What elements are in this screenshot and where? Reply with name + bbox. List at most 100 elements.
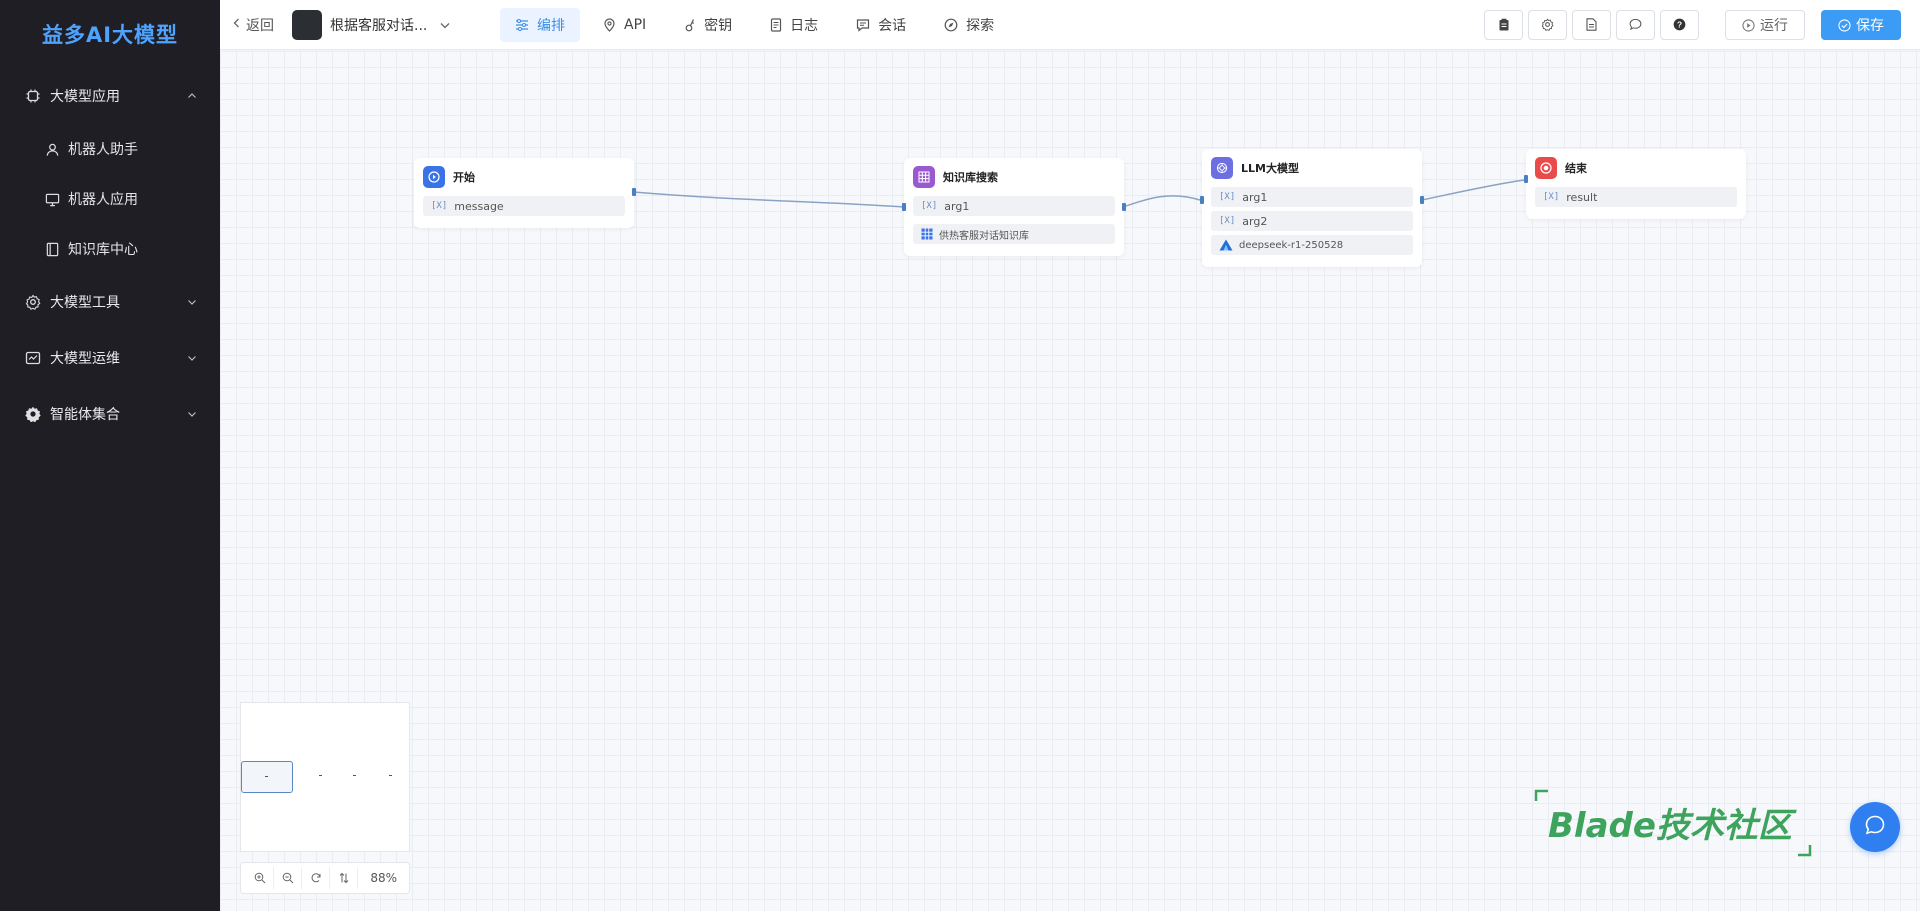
chevron-left-icon bbox=[232, 17, 242, 33]
stop-icon bbox=[1535, 157, 1557, 179]
menu-group-model-apps[interactable]: 大模型应用 bbox=[0, 68, 220, 124]
input-port[interactable] bbox=[1524, 175, 1528, 183]
field-label: arg1 bbox=[944, 199, 970, 213]
run-label: 运行 bbox=[1760, 18, 1788, 34]
tab-logs[interactable]: 日志 bbox=[755, 8, 833, 42]
minimap-node bbox=[319, 775, 322, 776]
minimap-node bbox=[389, 775, 392, 776]
grid-icon bbox=[921, 228, 933, 240]
tab-orchestrate[interactable]: 编排 bbox=[500, 8, 580, 42]
input-port[interactable] bbox=[1200, 196, 1204, 204]
minimap[interactable] bbox=[240, 702, 410, 852]
settings-icon bbox=[24, 293, 42, 311]
minimap-node bbox=[265, 776, 268, 777]
node-knowledge-search[interactable]: 知识库搜索 [X] arg1 供热客服对话知识库 bbox=[902, 158, 1126, 256]
database-icon bbox=[913, 166, 935, 188]
chevron-down-icon bbox=[186, 408, 198, 420]
tab-label: 探索 bbox=[966, 18, 995, 34]
chevron-down-icon[interactable] bbox=[439, 19, 451, 31]
sidebar-item-robot-apps[interactable]: 机器人应用 bbox=[0, 174, 220, 224]
fit-view-button[interactable] bbox=[302, 867, 330, 889]
node-title: 结束 bbox=[1565, 162, 1587, 175]
zoom-controls: 88% bbox=[240, 862, 410, 894]
tab-keys[interactable]: 密钥 bbox=[669, 8, 747, 42]
minimap-node bbox=[353, 775, 356, 776]
node-field: [X] arg1 bbox=[913, 196, 1115, 216]
node-end[interactable]: 结束 [X] result bbox=[1524, 149, 1746, 219]
app-thumbnail bbox=[292, 9, 322, 40]
output-port[interactable] bbox=[632, 188, 636, 196]
help-icon: ? bbox=[1673, 16, 1686, 35]
zoom-in-button[interactable] bbox=[246, 867, 274, 889]
workflow-canvas[interactable]: 开始 [X] message 知识库搜索 [X] arg1 供热客服对话知识库 bbox=[220, 51, 1920, 911]
node-llm[interactable]: LLM大模型 [X] arg1 [X] arg2 deepseek-r1-250… bbox=[1200, 149, 1424, 267]
settings-icon bbox=[1541, 16, 1554, 35]
node-title: 开始 bbox=[453, 171, 475, 184]
field-label: arg1 bbox=[1242, 190, 1268, 204]
watermark-logo: Blade技术社区 bbox=[1534, 789, 1812, 857]
check-circle-icon bbox=[1838, 18, 1851, 32]
field-label: message bbox=[454, 199, 504, 213]
sidebar-item-knowledge-center[interactable]: 知识库中心 bbox=[0, 224, 220, 274]
chat-bubble-icon bbox=[1863, 813, 1887, 841]
menu-group-model-ops[interactable]: 大模型运维 bbox=[0, 330, 220, 386]
edge-start-kb bbox=[632, 191, 905, 208]
chat-assistant-button[interactable] bbox=[1850, 802, 1900, 852]
tab-bar: 编排 API 密钥 日志 会话 探索 bbox=[500, 8, 1017, 42]
tab-sessions[interactable]: 会话 bbox=[841, 8, 921, 42]
node-start[interactable]: 开始 [X] message bbox=[414, 158, 636, 228]
tab-label: API bbox=[624, 17, 647, 33]
chevron-down-icon bbox=[186, 296, 198, 308]
document-button[interactable] bbox=[1572, 10, 1611, 40]
node-title: 知识库搜索 bbox=[943, 171, 998, 184]
message-icon bbox=[1629, 16, 1642, 35]
sidebar-item-label: 机器人应用 bbox=[68, 192, 138, 208]
message-button[interactable] bbox=[1616, 10, 1655, 40]
output-port[interactable] bbox=[1420, 196, 1424, 204]
variable-icon: [X] bbox=[921, 201, 938, 211]
output-port[interactable] bbox=[1122, 203, 1126, 211]
chat-icon bbox=[856, 18, 870, 32]
sliders-icon bbox=[515, 18, 529, 32]
back-button[interactable]: 返回 bbox=[232, 15, 274, 35]
openai-icon bbox=[1211, 157, 1233, 179]
ops-icon bbox=[24, 349, 42, 367]
play-circle-icon bbox=[1742, 18, 1755, 32]
model-logo-icon bbox=[1219, 239, 1233, 251]
node-field: [X] message bbox=[423, 196, 625, 216]
tab-api[interactable]: API bbox=[588, 8, 661, 42]
layout-button[interactable] bbox=[330, 867, 358, 889]
sidebar-item-robot-assistant[interactable]: 机器人助手 bbox=[0, 124, 220, 174]
settings-button[interactable] bbox=[1528, 10, 1567, 40]
zoom-level: 88% bbox=[370, 871, 397, 885]
book-icon bbox=[44, 241, 60, 257]
help-button[interactable]: ? bbox=[1660, 10, 1699, 40]
log-icon bbox=[770, 18, 782, 32]
minimap-viewport[interactable] bbox=[241, 761, 293, 793]
tab-explore[interactable]: 探索 bbox=[929, 8, 1009, 42]
clipboard-icon bbox=[1498, 16, 1510, 35]
menu-group-model-tools[interactable]: 大模型工具 bbox=[0, 274, 220, 330]
monitor-icon bbox=[44, 191, 60, 207]
save-label: 保存 bbox=[1856, 18, 1884, 34]
pin-icon bbox=[603, 18, 616, 32]
variable-icon: [X] bbox=[1219, 216, 1236, 226]
back-label: 返回 bbox=[246, 17, 274, 34]
save-button[interactable]: 保存 bbox=[1821, 10, 1901, 40]
knowledge-base-name: 供热客服对话知识库 bbox=[939, 230, 1029, 242]
sidebar: 益多AI大模型 大模型应用 机器人助手 机器人应用 知识库中心 大模型工具 大模… bbox=[0, 0, 220, 911]
clipboard-button[interactable] bbox=[1484, 10, 1523, 40]
zoom-out-icon bbox=[282, 869, 294, 888]
node-field: [X] result bbox=[1535, 187, 1737, 207]
run-button[interactable]: 运行 bbox=[1725, 10, 1805, 40]
menu-group-agents[interactable]: 智能体集合 bbox=[0, 386, 220, 442]
sidebar-item-label: 知识库中心 bbox=[68, 242, 138, 258]
zoom-out-button[interactable] bbox=[274, 867, 302, 889]
variable-icon: [X] bbox=[1219, 192, 1236, 202]
gear-icon bbox=[24, 405, 42, 423]
sort-icon bbox=[338, 869, 350, 888]
chevron-down-icon bbox=[186, 352, 198, 364]
input-port[interactable] bbox=[902, 203, 906, 211]
sidebar-item-label: 机器人助手 bbox=[68, 142, 138, 158]
chevron-up-icon bbox=[186, 90, 198, 102]
